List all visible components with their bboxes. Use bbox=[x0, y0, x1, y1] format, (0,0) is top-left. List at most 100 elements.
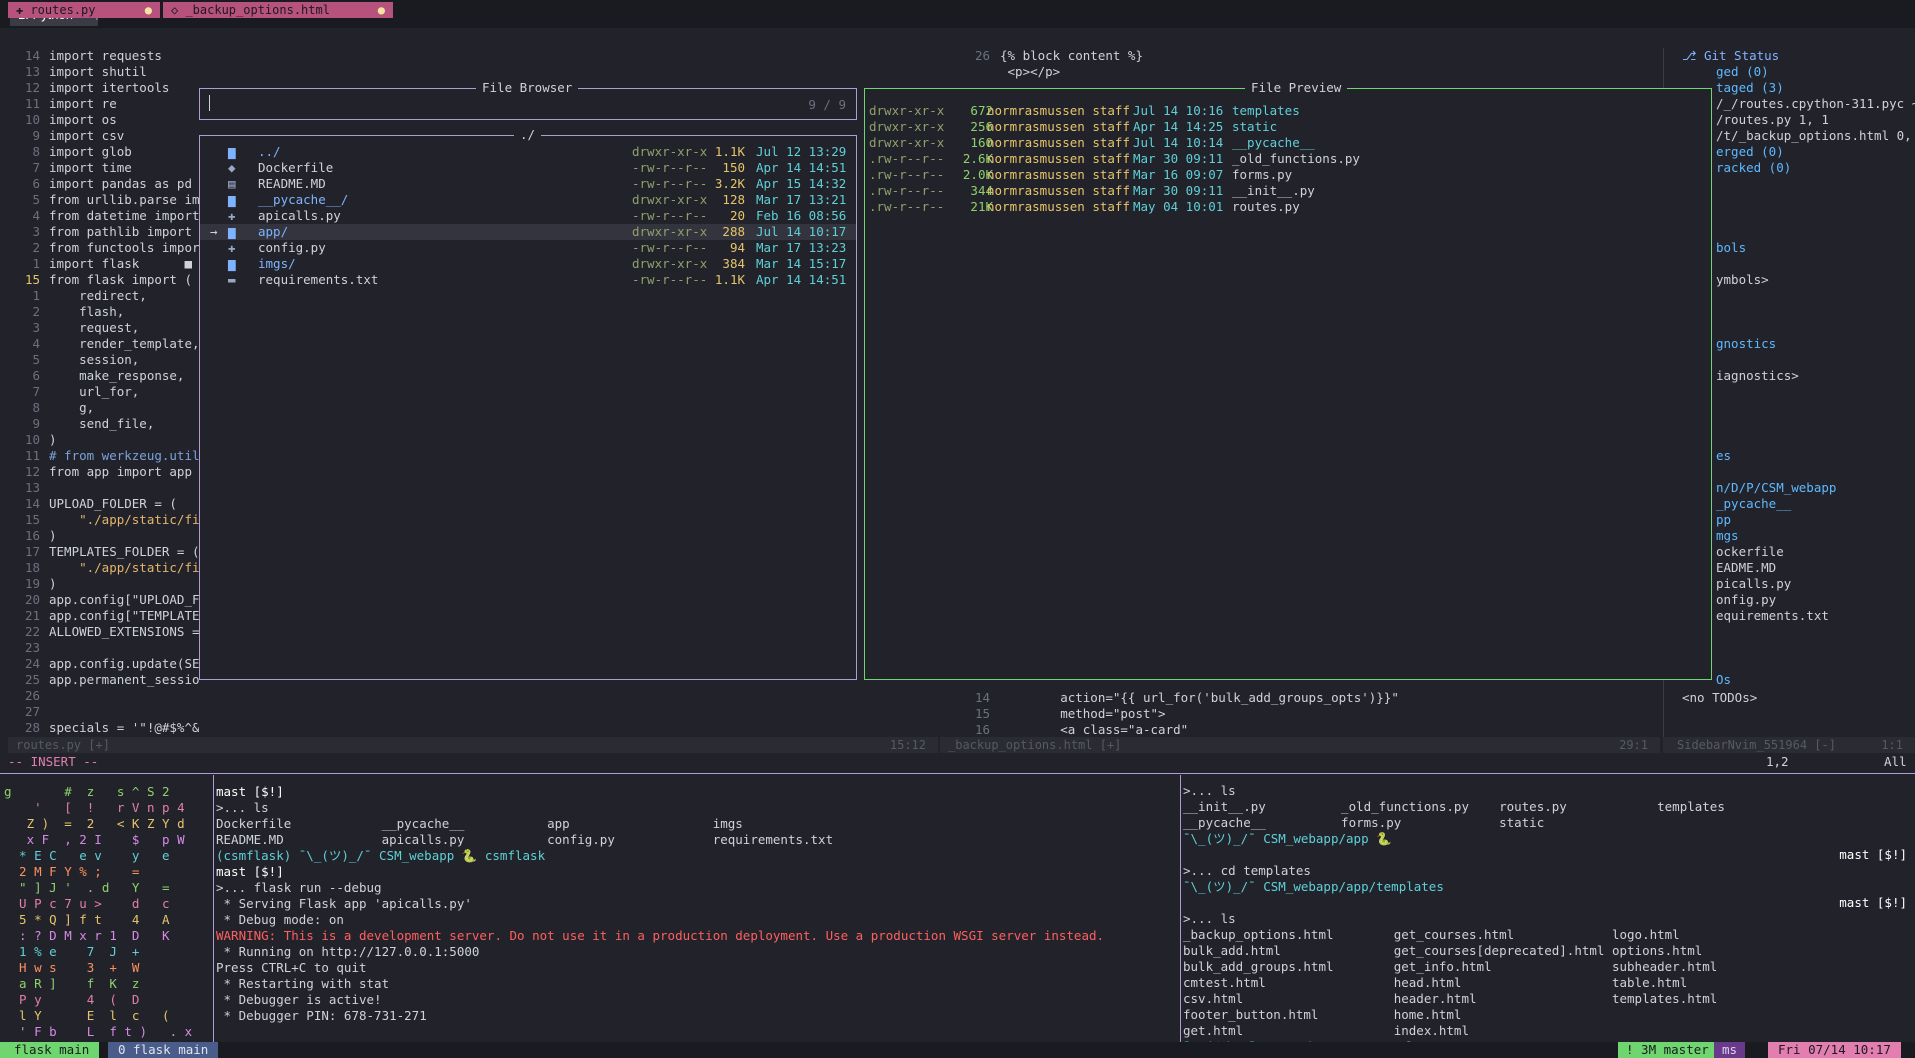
file-entry[interactable]: ✚ config.py -rw-r--r-- 94 Mar 17 13:23 bbox=[200, 240, 856, 256]
status-filename: _backup_options.html [+] bbox=[948, 738, 1122, 752]
sidebar-line[interactable]: ged (0) bbox=[1716, 64, 1769, 80]
file-owner: normrasmussen staff bbox=[987, 151, 1130, 166]
file-entry[interactable]: ◆ Dockerfile -rw-r--r-- 150 Apr 14 14:51 bbox=[200, 160, 856, 176]
sidebar-line[interactable]: taged (3) bbox=[1716, 80, 1784, 96]
terminal-line: >... ls bbox=[216, 800, 269, 815]
file-preview[interactable]: File Preview drwxr-xr-x 672 normrasmussen … bbox=[864, 80, 1712, 680]
sidebar-title-text: Git Status bbox=[1703, 48, 1780, 63]
tmux-session[interactable]: flask main bbox=[0, 1042, 100, 1058]
mode-indicator: -- INSERT -- bbox=[8, 754, 99, 769]
matrix-line: g # z s ^ S 2 bbox=[4, 784, 170, 799]
sidebar-line[interactable]: racked (0) bbox=[1716, 160, 1791, 176]
shell-terminal-pane[interactable]: >... ls __init__.py _old_functions.py rou… bbox=[1183, 777, 1915, 1042]
matrix-line: 5 * Q ] f t 4 A bbox=[4, 912, 170, 927]
file-permissions: .rw-r--r-- bbox=[869, 183, 945, 198]
file-browser-prompt[interactable]: File Browser 9 / 9 bbox=[199, 80, 857, 120]
line-number: 27 bbox=[24, 704, 40, 719]
sidebar-line[interactable]: /routes.py 1, 1 bbox=[1716, 112, 1829, 128]
file-browser-list[interactable]: ./ ▆ ../ drwxr-xr-x 1.1K Jul 12 13:29 ◆ Docker… bbox=[199, 127, 857, 680]
file-entry[interactable]: ✚ apicalls.py -rw-r--r-- 20 Feb 16 08:56 bbox=[200, 208, 856, 224]
file-permissions: -rw-r--r-- bbox=[632, 160, 708, 175]
sidebar-line[interactable]: pp bbox=[1716, 512, 1731, 528]
file-size: 288 bbox=[722, 224, 745, 239]
python-icon: ✚ bbox=[228, 208, 236, 223]
matrix-line: l Y E l c ( bbox=[4, 1008, 170, 1023]
matrix-line: P y 4 ( D bbox=[4, 992, 140, 1007]
buffer-tab-backup-options[interactable]: ◇ _backup_options.html ● bbox=[163, 2, 393, 18]
terminal-line: mast [$!] bbox=[216, 864, 284, 879]
file-name: apicalls.py bbox=[258, 208, 341, 223]
file-entry[interactable]: → ▆ app/drwxr-xr-x 288 Jul 14 10:17 bbox=[200, 224, 856, 240]
file-entry[interactable]: ▆ __pycache__/ drwxr-xr-x 128 Mar 17 13:21 bbox=[200, 192, 856, 208]
code-editor[interactable]: 14 13 12 11 10 9 8 7 6 5 4 3 2 1 15 1 2 3 4 5 6 7 8 9 10 11 12 13 14… bbox=[0, 48, 200, 738]
tmux-window[interactable]: 0 flask main bbox=[108, 1042, 219, 1058]
file-entry[interactable]: ▤ README.MD -rw-r--r-- 3.2K Apr 15 14:32 bbox=[200, 176, 856, 192]
sidebar-line[interactable]: bols bbox=[1716, 240, 1746, 256]
file-permissions: .rw-r--r-- bbox=[869, 199, 945, 214]
sidebar-line[interactable]: erged (0) bbox=[1716, 144, 1784, 160]
html-icon: ◇ bbox=[171, 3, 186, 17]
line-number: 7 bbox=[32, 384, 40, 399]
terminal-line: mast [$!] bbox=[216, 784, 284, 799]
sidebar-line[interactable]: equirements.txt bbox=[1716, 608, 1829, 624]
file-entry[interactable]: ▆ imgs/drwxr-xr-x 384 Mar 14 15:17 bbox=[200, 256, 856, 272]
line-number: 3 bbox=[32, 224, 40, 239]
folder-icon: ▆ bbox=[228, 144, 236, 159]
file-date: Mar 14 15:17 bbox=[756, 256, 847, 271]
docker-icon: ◆ bbox=[228, 160, 236, 175]
sidebar-line[interactable]: EADME.MD bbox=[1716, 560, 1776, 576]
sidebar-line[interactable]: Os bbox=[1716, 672, 1731, 688]
sidebar-line[interactable]: mgs bbox=[1716, 528, 1739, 544]
sidebar-line[interactable]: onfig.py bbox=[1716, 592, 1776, 608]
line-number: 14 bbox=[974, 690, 990, 705]
code-line: from app import app bbox=[49, 464, 192, 479]
sidebar-line[interactable]: n/D/P/CSM_webapp bbox=[1716, 480, 1836, 496]
flask-terminal-pane[interactable]: mast [$!] >... ls Dockerfile __pycache__ a… bbox=[216, 784, 1176, 1042]
buffer-tab-routes[interactable]: ✚ routes.py ● bbox=[8, 2, 160, 18]
matrix-pane[interactable]: g # z s ^ S 2 ' [ ! r V n p 4 Z ) = 2 < … bbox=[4, 784, 212, 1042]
matrix-line: " ] J ' . d Y = bbox=[4, 880, 170, 895]
git-icon: ⎇ bbox=[1682, 48, 1704, 63]
terminal-line: cmtest.html head.html table.html bbox=[1183, 975, 1688, 990]
line-number: 12 bbox=[24, 80, 40, 95]
file-date: Mar 16 09:07 bbox=[1133, 167, 1224, 182]
sidebar-line[interactable]: iagnostics> bbox=[1716, 368, 1799, 384]
sidebar-line[interactable]: picalls.py bbox=[1716, 576, 1791, 592]
file-permissions: drwxr-xr-x bbox=[632, 256, 708, 271]
cursor-position: 1,2 bbox=[1766, 754, 1789, 769]
code-line: ) bbox=[49, 432, 57, 447]
text-cursor bbox=[209, 95, 210, 111]
line-number: 15 bbox=[24, 512, 40, 527]
file-size: 3.2K bbox=[714, 176, 745, 191]
line-number: 8 bbox=[32, 400, 40, 415]
file-name: _old_functions.py bbox=[1232, 151, 1360, 166]
code-line: from pathlib import P bbox=[49, 224, 199, 239]
line-number: 13 bbox=[24, 480, 40, 495]
line-number: 16 bbox=[974, 722, 990, 737]
current-dir: ./ bbox=[514, 127, 542, 142]
sidebar-line[interactable]: ymbols> bbox=[1716, 272, 1769, 288]
code-line: import os bbox=[49, 112, 117, 127]
matrix-line: 1 % e 7 J + bbox=[4, 944, 140, 959]
code-line: UPLOAD_FOLDER = ( bbox=[49, 496, 177, 511]
file-name: forms.py bbox=[1232, 167, 1293, 182]
code-line: from functools import bbox=[49, 240, 199, 255]
file-entry[interactable]: ▆ ../ drwxr-xr-x 1.1K Jul 12 13:29 bbox=[200, 144, 856, 160]
sidebar-line[interactable]: gnostics bbox=[1716, 336, 1776, 352]
sidebar-line[interactable]: es bbox=[1716, 448, 1731, 464]
code-line: url_for, bbox=[49, 384, 140, 399]
line-number: 1 bbox=[32, 288, 40, 303]
sidebar-line[interactable]: ockerfile bbox=[1716, 544, 1784, 560]
file-entry[interactable]: ▬ requirements.txt -rw-r--r-- 1.1K Apr 14 14… bbox=[200, 272, 856, 288]
terminal-line: * Debug mode: on bbox=[216, 912, 344, 927]
sidebar-line[interactable]: /t/_backup_options.html 0, 1 bbox=[1716, 128, 1915, 144]
pane-divider bbox=[1180, 775, 1181, 1042]
sidebar-line[interactable]: /_/routes.cpython-311.pyc ~, bbox=[1716, 96, 1915, 112]
sidebar-status-line: SidebarNvim_551964 [-] 1:1 bbox=[1663, 737, 1915, 753]
status-position: 1:1 bbox=[1881, 738, 1903, 752]
sidebar-line[interactable]: _pycache__ bbox=[1716, 496, 1791, 512]
line-number bbox=[960, 64, 990, 80]
file-permissions: drwxr-xr-x bbox=[632, 192, 708, 207]
